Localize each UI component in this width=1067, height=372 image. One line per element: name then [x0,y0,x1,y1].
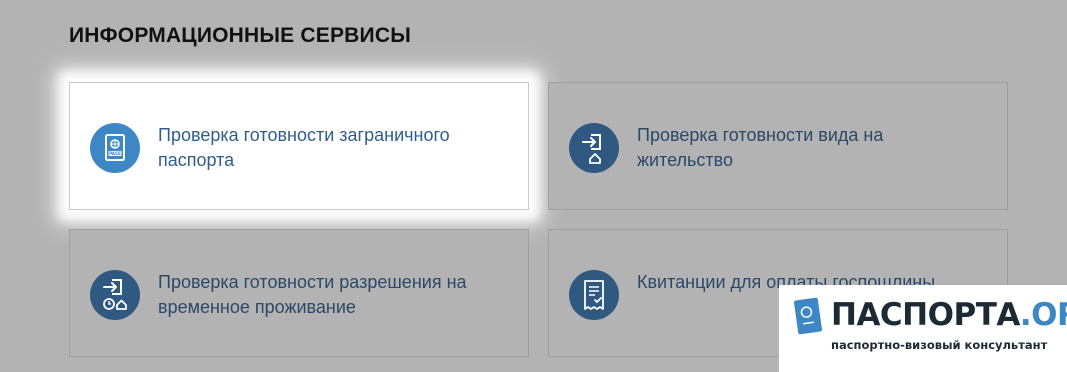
residence-permit-icon [569,123,619,173]
service-card-label: Проверка готовности заграничного паспорт… [158,125,450,170]
watermark-logo-text: ПАСПОРТА.ORG [831,295,1067,335]
watermark-tagline: паспортно-визовый консультант [831,338,1048,352]
temporary-residence-icon [90,270,140,320]
passport-icon: PASS [90,123,140,173]
service-card-residence-permit[interactable]: Проверка готовности вида на жительство [548,82,1008,210]
watermark-logo-main: ПАСПОРТА [831,297,1020,333]
passport-logo-icon [794,295,824,337]
service-card-temporary-residence[interactable]: Проверка готовности разрешения на времен… [69,229,529,357]
receipt-icon [569,270,619,320]
service-card-passport[interactable]: PASS Проверка готовности заграничного па… [69,82,529,210]
svg-text:PASS: PASS [109,151,121,156]
section-title: ИНФОРМАЦИОННЫЕ СЕРВИСЫ [69,24,411,47]
watermark-logo-suffix: .ORG [1019,297,1067,333]
watermark-logo: ПАСПОРТА.ORG паспортно-визовый консульта… [779,285,1067,372]
service-card-label: Проверка готовности вида на жительство [637,125,884,170]
service-card-label: Проверка готовности разрешения на времен… [158,272,467,317]
